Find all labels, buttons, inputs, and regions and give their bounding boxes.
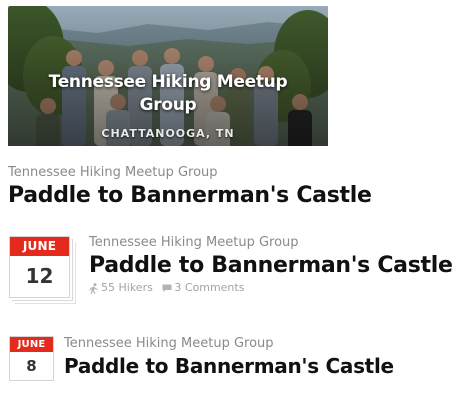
event-title[interactable]: Paddle to Bannerman's Castle — [8, 182, 372, 210]
calendar-month: JUNE — [10, 237, 69, 256]
event-group-name[interactable]: Tennessee Hiking Meetup Group — [64, 336, 394, 352]
group-location: CHATTANOOGA, TN — [101, 127, 235, 140]
comment-icon — [162, 284, 172, 292]
event-meta: 55 Hikers 3 Comments — [89, 281, 453, 295]
calendar-icon: JUNE 8 — [9, 336, 54, 381]
event-title[interactable]: Paddle to Bannerman's Castle — [89, 252, 453, 280]
event-item-large: Tennessee Hiking Meetup Group Paddle to … — [89, 235, 453, 295]
calendar-month: JUNE — [10, 337, 53, 352]
calendar-day: 12 — [10, 256, 69, 297]
group-hero-card[interactable]: Tennessee Hiking Meetup Group CHATTANOOG… — [8, 6, 328, 146]
calendar-day: 8 — [10, 352, 53, 380]
hiker-icon — [89, 282, 98, 294]
event-item-small: Tennessee Hiking Meetup Group Paddle to … — [64, 336, 394, 379]
group-title[interactable]: Tennessee Hiking Meetup Group — [26, 71, 310, 117]
event-group-name[interactable]: Tennessee Hiking Meetup Group — [89, 235, 453, 251]
comments-label: 3 Comments — [174, 281, 245, 294]
event-group-name[interactable]: Tennessee Hiking Meetup Group — [8, 165, 372, 181]
hikers-count[interactable]: 55 Hikers — [89, 281, 153, 295]
event-title[interactable]: Paddle to Bannerman's Castle — [64, 353, 394, 379]
comments-count[interactable]: 3 Comments — [162, 281, 244, 295]
hikers-label: 55 Hikers — [101, 281, 153, 294]
calendar-icon: JUNE 12 — [9, 236, 70, 298]
event-heading-simple: Tennessee Hiking Meetup Group Paddle to … — [8, 165, 372, 210]
